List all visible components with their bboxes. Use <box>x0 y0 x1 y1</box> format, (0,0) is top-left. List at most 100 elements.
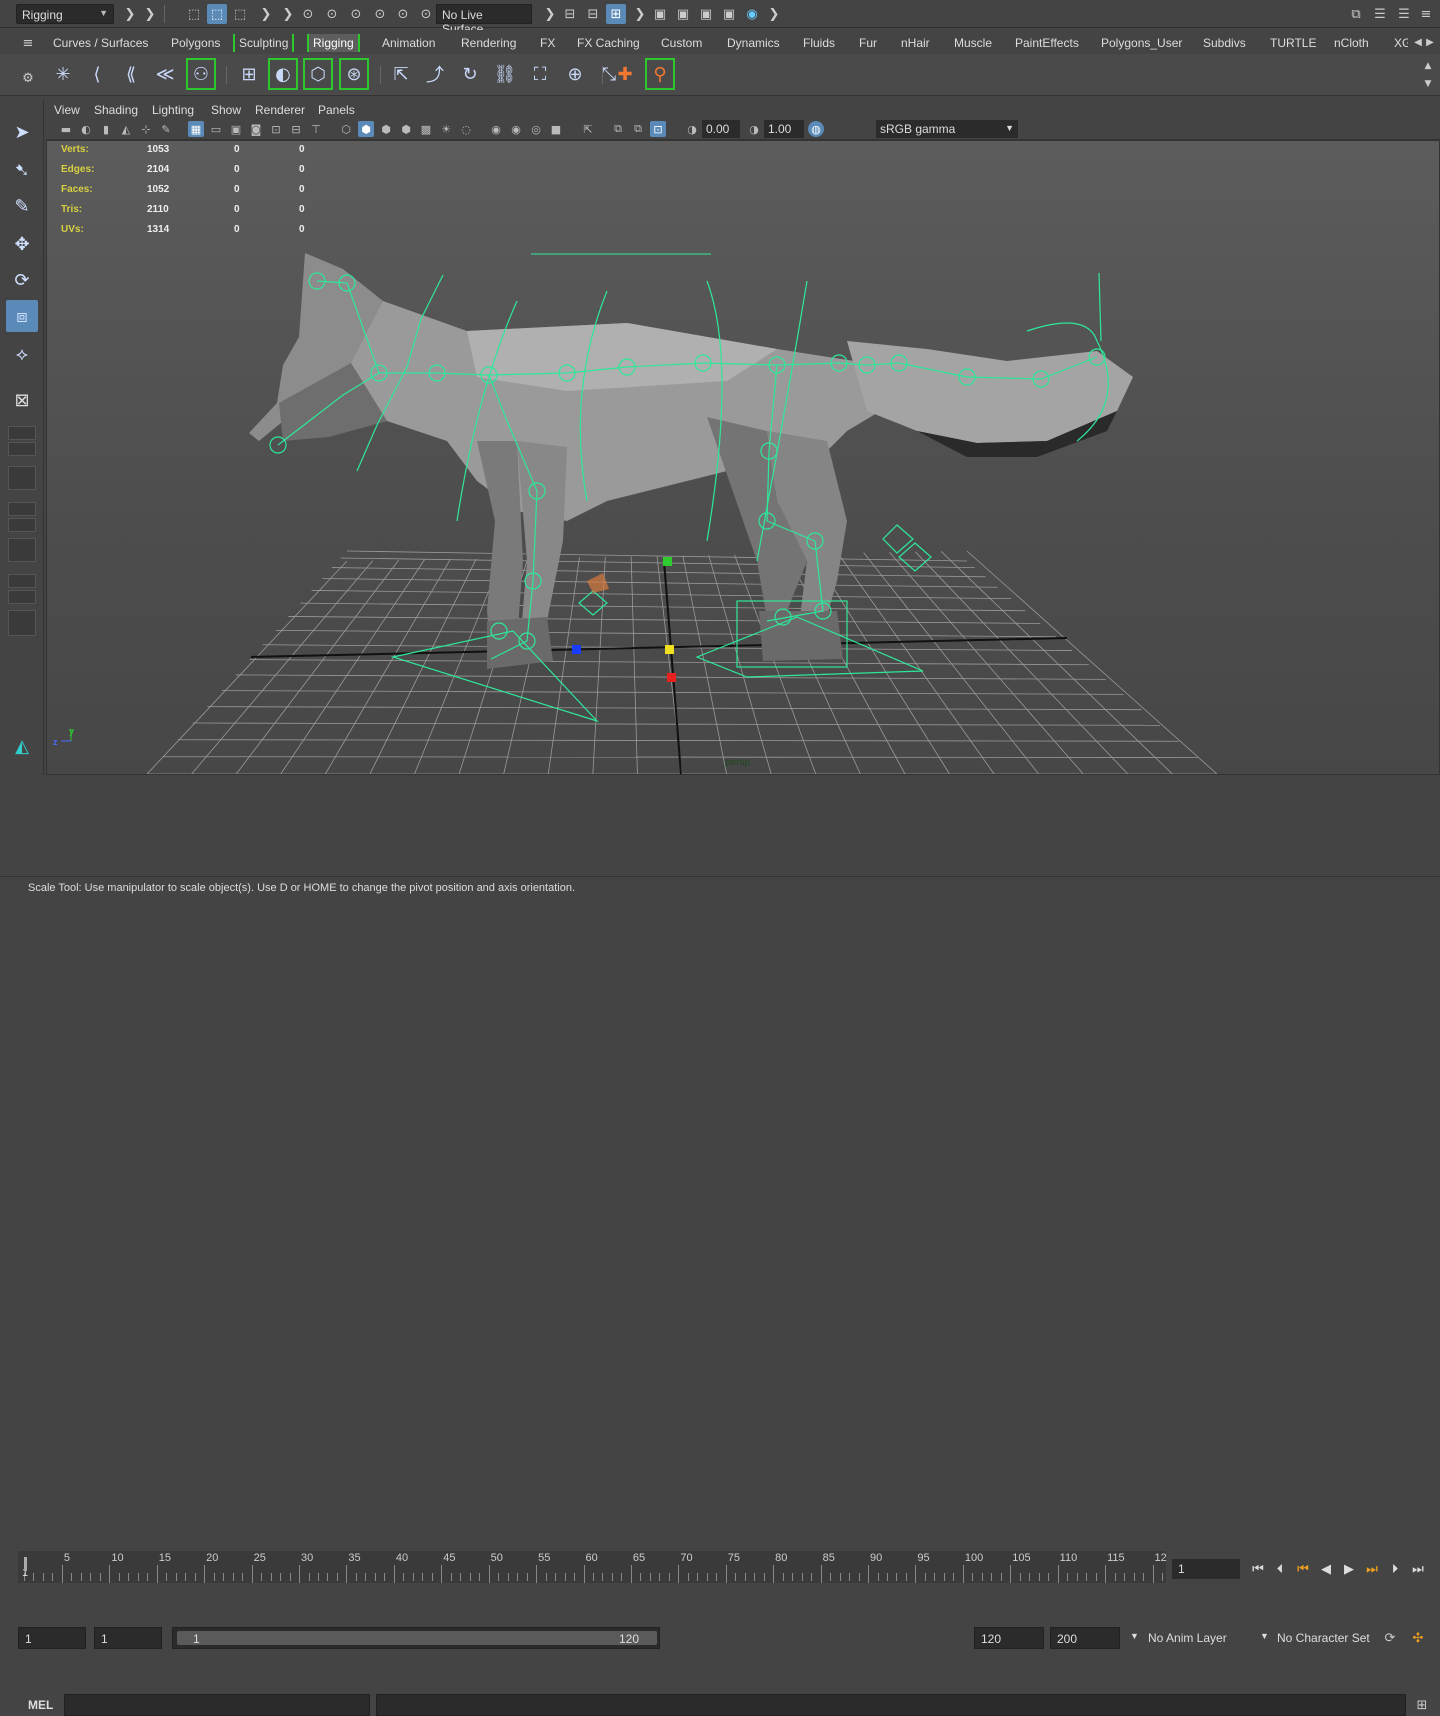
current-frame-field[interactable]: 1 <box>1172 1559 1240 1579</box>
four-view-layout-icon[interactable] <box>8 442 36 456</box>
panel-menu-view[interactable]: View <box>54 103 80 117</box>
2d-pan-zoom-icon[interactable]: ⊹ <box>138 121 154 137</box>
auto-key-icon[interactable]: ⟳ <box>1380 1628 1400 1648</box>
shelf-tab-curves-surfaces[interactable]: Curves / Surfaces <box>49 34 152 52</box>
shelf-tab-rigging[interactable]: Rigging <box>307 34 360 52</box>
four-view-layout-icon[interactable] <box>8 426 36 440</box>
depth-of-field-icon[interactable]: ■ <box>548 121 564 137</box>
point-constraint-icon[interactable]: ⇱ <box>386 58 416 90</box>
snap-curve-icon[interactable]: ⊙ <box>322 4 342 24</box>
cluster-icon[interactable]: ⊛ <box>339 58 369 90</box>
outliner-layout-icon[interactable] <box>8 590 36 604</box>
textured-icon[interactable]: ▩ <box>418 121 434 137</box>
panel-menu-show[interactable]: Show <box>211 103 241 117</box>
collapse-arrow-icon[interactable]: ❯ <box>256 4 276 24</box>
orient-constraint-icon[interactable]: ↻ <box>455 58 485 90</box>
shelf-tab-custom[interactable]: Custom <box>657 34 706 52</box>
hypershade-layout-icon[interactable] <box>8 538 36 562</box>
ik-handle-icon[interactable]: ⟨ <box>82 58 112 90</box>
tool-settings-icon[interactable]: ☰ <box>1394 4 1414 24</box>
shelf-tab-rendering[interactable]: Rendering <box>457 34 520 52</box>
default-material-icon[interactable]: ⬢ <box>378 121 394 137</box>
last-tool-icon[interactable]: ⟡ <box>6 338 38 370</box>
persp-graph-layout-icon[interactable] <box>8 502 36 516</box>
script-editor-icon[interactable]: ⊞ <box>1412 1695 1432 1715</box>
shelf-options-gear-icon[interactable]: ⚙ <box>18 68 38 88</box>
animation-start-field[interactable]: 1 <box>18 1627 86 1649</box>
go-to-end-icon[interactable]: ⏭ <box>1408 1559 1428 1579</box>
panel-menu-panels[interactable]: Panels <box>318 103 355 117</box>
safe-action-icon[interactable]: ⊟ <box>288 121 304 137</box>
select-camera-icon[interactable]: ▬ <box>58 121 74 137</box>
panel-menu-renderer[interactable]: Renderer <box>255 103 305 117</box>
shelf-tab-ncloth[interactable]: nCloth <box>1330 34 1373 52</box>
animation-end-field[interactable]: 200 <box>1050 1627 1120 1649</box>
ipr-render-icon[interactable]: ▣ <box>696 4 716 24</box>
select-object-icon[interactable]: ⬚ <box>207 4 227 24</box>
history-input-icon[interactable]: ⊟ <box>560 4 580 24</box>
outliner-layout-icon[interactable] <box>8 574 36 588</box>
ik-spline-icon[interactable]: ⟪ <box>116 58 146 90</box>
collapse-arrow-icon[interactable]: ❯ <box>630 4 650 24</box>
range-slider[interactable]: 1 120 <box>172 1627 660 1649</box>
shelf-tab-sculpting[interactable]: Sculpting <box>233 34 295 52</box>
gamma-icon[interactable]: ◑ <box>746 121 762 137</box>
snap-point-icon[interactable]: ⊙ <box>346 4 366 24</box>
anti-aliasing-icon[interactable]: ◎ <box>528 121 544 137</box>
panel-menu-shading[interactable]: Shading <box>94 103 138 117</box>
select-tool-icon[interactable]: ➤ <box>6 116 38 148</box>
shelf-tab-fx-caching[interactable]: FX Caching <box>573 34 644 52</box>
field-chart-icon[interactable]: ⊡ <box>268 121 284 137</box>
render-frame-icon[interactable]: ▣ <box>673 4 693 24</box>
snap-live-icon[interactable]: ⊙ <box>416 4 436 24</box>
range-slider-handle[interactable] <box>177 1631 657 1645</box>
gamma-field[interactable]: 1.00 <box>764 120 804 138</box>
move-tool-icon[interactable]: ✥ <box>6 228 38 260</box>
bookmark-icon[interactable]: ▮ <box>98 121 114 137</box>
shelf-tab-fur[interactable]: Fur <box>855 34 881 52</box>
perspective-viewport[interactable]: Verts: 1053 0 0 Edges: 2104 0 0 Faces: 1052 0 0 Tris… <box>46 140 1440 775</box>
hypershade-icon[interactable]: ◉ <box>742 4 762 24</box>
motion-blur-icon[interactable]: ◉ <box>508 121 524 137</box>
xray-active-icon[interactable]: ⧉ <box>630 121 646 137</box>
play-forward-icon[interactable]: ▶ <box>1339 1559 1359 1579</box>
shelf-tab-fluids[interactable]: Fluids <box>799 34 839 52</box>
menu-set-dropdown[interactable]: Rigging ▼ <box>16 4 114 24</box>
channel-box-icon[interactable]: ≡ <box>1416 4 1436 24</box>
construction-history-icon[interactable]: ⊞ <box>606 4 626 24</box>
grease-pencil-icon[interactable]: ✎ <box>158 121 174 137</box>
set-driven-key-icon[interactable]: ⚲ <box>645 58 675 90</box>
go-to-start-icon[interactable]: ⏮ <box>1248 1559 1268 1579</box>
shelf-tab-xgen[interactable]: XG <box>1390 34 1408 52</box>
shelf-tab-muscle[interactable]: Muscle <box>950 34 996 52</box>
scale-constraint-icon[interactable]: ⛶ <box>525 58 555 90</box>
play-backward-icon[interactable]: ◀ <box>1316 1559 1336 1579</box>
collapse-arrow-icon[interactable]: ❯ <box>278 4 298 24</box>
xray-icon[interactable]: ⧉ <box>610 121 626 137</box>
camera-attributes-icon[interactable]: ◐ <box>78 121 94 137</box>
shelf-tab-fx[interactable]: FX <box>536 34 559 52</box>
shelf-tab-dynamics[interactable]: Dynamics <box>723 34 784 52</box>
curve-warp-icon[interactable]: ≪ <box>150 58 180 90</box>
shelf-tab-turtle[interactable]: TURTLE <box>1266 34 1320 52</box>
history-output-icon[interactable]: ⊟ <box>583 4 603 24</box>
rotate-tool-icon[interactable]: ⟳ <box>6 264 38 296</box>
scale-manip-center-handle[interactable] <box>665 645 674 654</box>
shelf-tab-painteffects[interactable]: PaintEffects <box>1011 34 1083 52</box>
scale-manip-x-handle[interactable] <box>667 673 676 682</box>
shelf-tab-polygons-user[interactable]: Polygons_User <box>1097 34 1186 52</box>
step-forward-frame-icon[interactable]: ⏵ <box>1385 1559 1405 1579</box>
wireframe-on-shaded-icon[interactable]: ⬢ <box>398 121 414 137</box>
safe-title-icon[interactable]: ⊤ <box>308 121 324 137</box>
film-gate-icon[interactable]: ▭ <box>208 121 224 137</box>
persp-outliner-layout-icon[interactable] <box>8 466 36 490</box>
lasso-tool-icon[interactable]: ➷ <box>6 154 38 186</box>
resolution-gate-icon[interactable]: ▣ <box>228 121 244 137</box>
ambient-occlusion-icon[interactable]: ◉ <box>488 121 504 137</box>
locator-icon[interactable]: ✚ <box>610 58 640 90</box>
color-space-dropdown[interactable]: sRGB gamma ▼ <box>876 120 1018 138</box>
shelf-scroll-down-icon[interactable]: ▼ <box>1418 74 1438 94</box>
exposure-icon[interactable]: ◑ <box>684 121 700 137</box>
wireframe-icon[interactable]: ⬡ <box>338 121 354 137</box>
shelf-tab-polygons[interactable]: Polygons <box>167 34 224 52</box>
